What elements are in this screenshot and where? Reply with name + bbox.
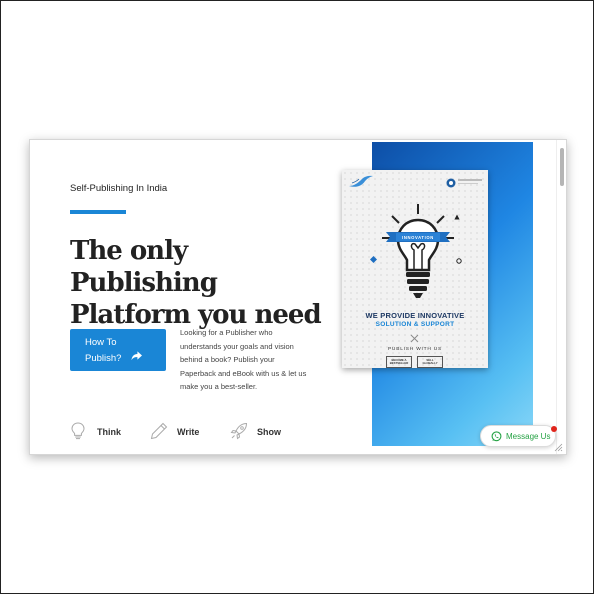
resize-grip-icon[interactable] (553, 442, 563, 452)
lightbulb-illustration: INNOVATION (382, 204, 454, 298)
poster-box-globally: SELL GLOBALLY (417, 356, 443, 368)
whatsapp-icon (491, 431, 502, 442)
hero-poster-image: INNOVATION WE PROVIDE INNOVATIVE SOLUTIO… (342, 170, 488, 368)
triangle-decoration-icon (454, 214, 460, 220)
hero-headline: The only Publishing Platform you need (70, 235, 330, 331)
step-label: Write (177, 427, 200, 437)
poster-brand-tagline (458, 179, 486, 184)
how-to-publish-button[interactable]: How To Publish? (70, 329, 166, 371)
diamond-decoration-icon (370, 256, 377, 263)
message-us-label: Message Us (506, 432, 551, 441)
hero-eyebrow: Self-Publishing In India (70, 183, 168, 194)
cta-label-line-1: How To (85, 337, 117, 348)
headline-line-1: The only Publishing (70, 236, 218, 298)
hero-description: Looking for a Publisher who understands … (180, 328, 307, 391)
close-x-decoration-icon (410, 334, 419, 343)
lightbulb-icon (71, 422, 85, 440)
poster-heading-1: WE PROVIDE INNOVATIVE (365, 311, 465, 320)
share-arrow-icon (131, 351, 142, 361)
poster-feature-boxes: BECOME A BESTSELLER SELL GLOBALLY (386, 356, 444, 368)
rocket-icon (230, 422, 248, 440)
step-label: Show (257, 427, 281, 437)
hero-section: Self-Publishing In India The only Publis… (29, 139, 567, 455)
poster-heading-2: SOLUTION & SUPPORT (375, 321, 455, 328)
cta-label-line-2: Publish? (85, 353, 122, 364)
notification-dot (551, 426, 557, 432)
poster-publish-with-us: PUBLISH WITH US (387, 347, 443, 352)
vertical-scrollbar[interactable] (556, 140, 566, 454)
brand-badge-icon (446, 178, 456, 188)
accent-bar (70, 210, 126, 214)
pencil-icon (150, 422, 168, 440)
step-label: Think (97, 427, 121, 437)
svg-text:INNOVATION: INNOVATION (402, 235, 434, 240)
screenshot-frame: Self-Publishing In India The only Publis… (0, 0, 594, 594)
ring-decoration-icon (456, 258, 462, 264)
scrollbar-thumb[interactable] (560, 148, 564, 186)
poster-box-bestseller: BECOME A BESTSELLER (386, 356, 412, 368)
bird-logo-icon (349, 175, 373, 187)
message-us-button[interactable]: Message Us (480, 425, 556, 447)
